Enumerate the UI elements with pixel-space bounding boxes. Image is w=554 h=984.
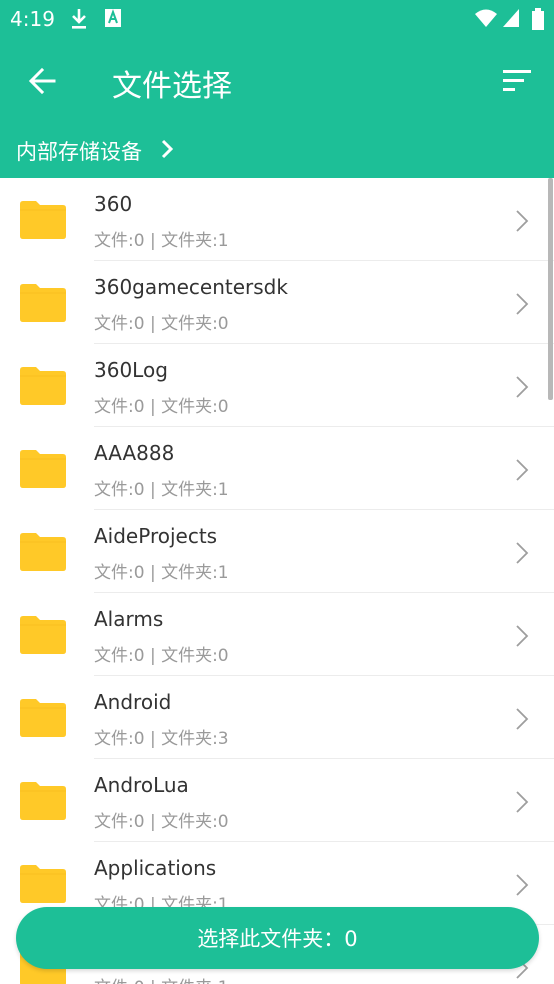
folder-name: AAA888 bbox=[94, 441, 175, 465]
folder-row[interactable]: AideProjects 文件:0 | 文件夹:1 bbox=[0, 510, 554, 593]
scrollbar[interactable] bbox=[548, 178, 553, 400]
battery-icon bbox=[532, 8, 544, 34]
folder-meta: 文件:0 | 文件夹:3 bbox=[94, 729, 229, 749]
arrow-left-icon bbox=[28, 67, 56, 95]
sort-button[interactable] bbox=[496, 62, 536, 100]
chevron-right-icon bbox=[515, 707, 529, 735]
folder-list[interactable]: 360 文件:0 | 文件夹:1 360gamecentersdk 文件:0 | 文件… bbox=[0, 178, 554, 984]
chevron-right-icon bbox=[160, 138, 174, 165]
folder-row[interactable]: Alarms 文件:0 | 文件夹:0 bbox=[0, 593, 554, 676]
folder-row[interactable]: AAA888 文件:0 | 文件夹:1 bbox=[0, 427, 554, 510]
folder-row[interactable]: 360gamecentersdk 文件:0 | 文件夹:0 bbox=[0, 261, 554, 344]
breadcrumb-label: 内部存储设备 bbox=[16, 140, 142, 164]
chevron-right-icon bbox=[515, 375, 529, 403]
folder-meta: 文件:0 | 文件夹:0 bbox=[94, 397, 229, 417]
chevron-right-icon bbox=[515, 209, 529, 237]
folder-icon bbox=[20, 450, 66, 492]
folder-name: Alarms bbox=[94, 607, 164, 631]
page-title: 文件选择 bbox=[112, 69, 232, 104]
folder-row[interactable]: 360 文件:0 | 文件夹:1 bbox=[0, 178, 554, 261]
folder-icon bbox=[20, 616, 66, 658]
folder-name: 360 bbox=[94, 192, 133, 216]
folder-meta: 文件:0 | 文件夹:1 bbox=[94, 973, 229, 984]
folder-name: 360Log bbox=[94, 358, 168, 382]
folder-icon bbox=[20, 367, 66, 409]
folder-icon bbox=[20, 284, 66, 326]
folder-icon bbox=[20, 699, 66, 741]
back-button[interactable] bbox=[24, 62, 62, 100]
folder-row[interactable]: Android 文件:0 | 文件夹:3 bbox=[0, 676, 554, 759]
status-time: 4:19 bbox=[10, 7, 55, 31]
chevron-right-icon bbox=[515, 541, 529, 569]
folder-meta: 文件:0 | 文件夹:0 bbox=[94, 314, 229, 334]
chevron-right-icon bbox=[515, 624, 529, 652]
signal-icon bbox=[502, 8, 520, 32]
sort-icon bbox=[503, 70, 531, 91]
folder-row[interactable]: 360Log 文件:0 | 文件夹:0 bbox=[0, 344, 554, 427]
folder-meta: 文件:0 | 文件夹:0 bbox=[94, 812, 229, 832]
folder-icon bbox=[20, 782, 66, 824]
folder-name: Android bbox=[94, 690, 172, 714]
status-bar: 4:19 bbox=[0, 0, 554, 38]
font-a-icon bbox=[104, 8, 122, 32]
folder-name: 360gamecentersdk bbox=[94, 275, 288, 299]
select-folder-label: 选择此文件夹：0 bbox=[197, 927, 358, 951]
folder-name: AndroLua bbox=[94, 773, 189, 797]
folder-name: AideProjects bbox=[94, 524, 218, 548]
folder-meta: 文件:0 | 文件夹:1 bbox=[94, 480, 229, 500]
chevron-right-icon bbox=[515, 790, 529, 818]
breadcrumb[interactable]: 内部存储设备 bbox=[16, 136, 174, 166]
wifi-icon bbox=[475, 8, 497, 32]
folder-meta: 文件:0 | 文件夹:1 bbox=[94, 563, 229, 583]
chevron-right-icon bbox=[515, 292, 529, 320]
folder-row[interactable]: AndroLua 文件:0 | 文件夹:0 bbox=[0, 759, 554, 842]
folder-icon bbox=[20, 865, 66, 907]
download-icon bbox=[70, 8, 88, 34]
app-header: 4:19 文件选择 内部存储设备 bbox=[0, 0, 554, 178]
folder-name: Applications bbox=[94, 856, 217, 880]
chevron-right-icon bbox=[515, 873, 529, 901]
select-folder-button[interactable]: 选择此文件夹：0 bbox=[16, 907, 539, 969]
folder-meta: 文件:0 | 文件夹:1 bbox=[94, 231, 229, 251]
chevron-right-icon bbox=[515, 458, 529, 486]
folder-icon bbox=[20, 201, 66, 243]
folder-icon bbox=[20, 533, 66, 575]
folder-meta: 文件:0 | 文件夹:0 bbox=[94, 646, 229, 666]
